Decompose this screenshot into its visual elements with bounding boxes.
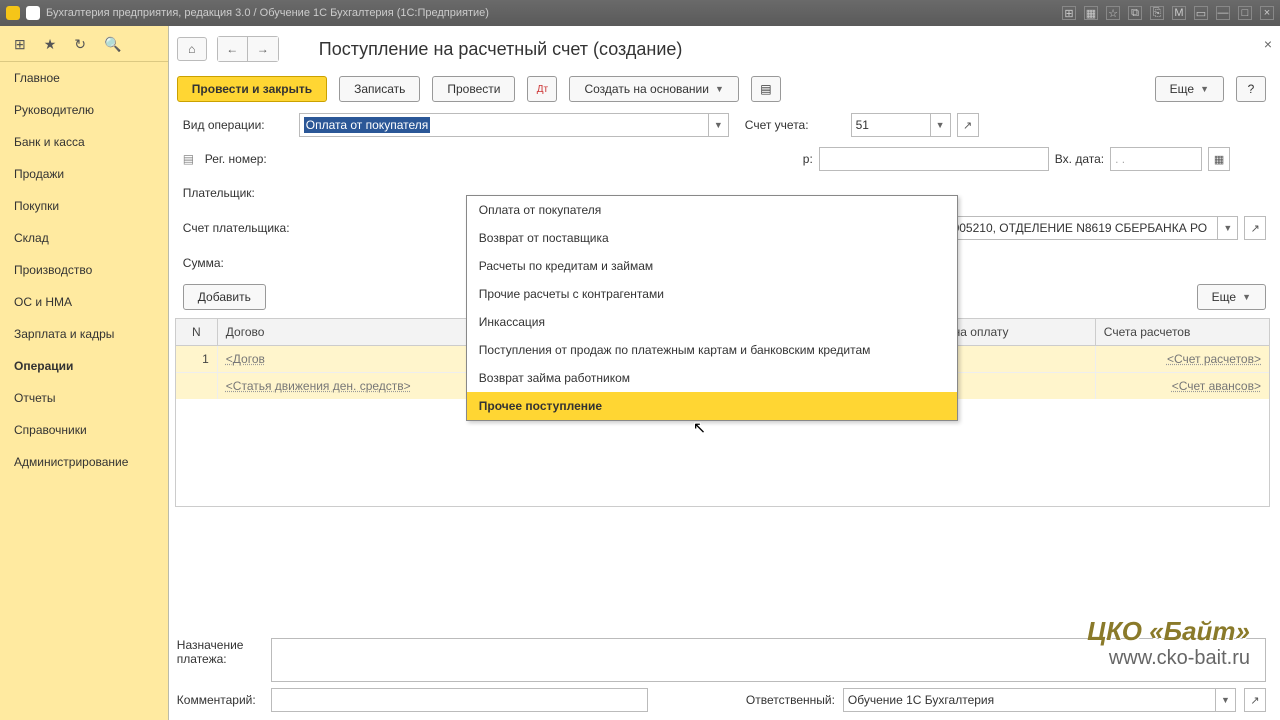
write-button[interactable]: Записать [339,76,420,102]
history-icon[interactable]: ↻ [74,36,86,53]
chevron-down-icon[interactable]: ▼ [1217,217,1237,239]
close-tab-icon[interactable]: × [1264,36,1272,52]
dropdown-item[interactable]: Возврат от поставщика [467,224,957,252]
purpose-label: Назначение платежа: [177,638,263,666]
cell-flow[interactable]: <Статья движения ден. средств> [226,379,411,393]
dropdown-item[interactable]: Прочие расчеты с контрагентами [467,280,957,308]
table-more-button[interactable]: Еще▼ [1197,284,1266,310]
in-date-label: Вх. дата: [1055,152,1104,166]
reg-num-label: Рег. номер: [205,152,291,166]
star-icon[interactable]: ★ [44,36,57,53]
tool-icon-4[interactable]: ⧉ [1128,6,1142,20]
col-accts[interactable]: Счета расчетов [1096,319,1269,345]
titlebar: Бухгалтерия предприятия, редакция 3.0 / … [0,0,1280,26]
apps-icon[interactable]: ⊞ [14,36,26,53]
in-num-label: р: [803,152,813,166]
op-type-value: Оплата от покупателя [304,117,430,133]
dropdown-item-highlighted[interactable]: Прочее поступление [467,392,957,420]
sidebar-item-assets[interactable]: ОС и НМА [0,286,168,318]
our-acct-open-button[interactable]: ↗ [1244,216,1266,240]
sidebar-item-manager[interactable]: Руководителю [0,94,168,126]
mouse-cursor: ↖ [693,418,706,438]
dropdown-item[interactable]: Расчеты по кредитам и займам [467,252,957,280]
more-button[interactable]: Еще▼ [1155,76,1224,102]
cell-n: 1 [176,346,218,372]
tool-icon-5[interactable]: ⎘ [1150,6,1164,20]
sidebar-item-reports[interactable]: Отчеты [0,382,168,414]
payer-acct-label: Счет плательщика: [183,221,311,235]
post-button[interactable]: Провести [432,76,515,102]
main-area: ⌂ ← → Поступление на расчетный счет (соз… [169,26,1280,720]
op-type-select[interactable]: Оплата от покупателя ▼ [299,113,729,137]
resp-open-button[interactable]: ↗ [1244,688,1266,712]
nav-back-button[interactable]: ← [218,37,248,61]
sidebar-item-bank[interactable]: Банк и касса [0,126,168,158]
sidebar-item-refs[interactable]: Справочники [0,414,168,446]
add-row-button[interactable]: Добавить [183,284,266,310]
dropdown-item[interactable]: Поступления от продаж по платежным карта… [467,336,957,364]
help-button[interactable]: ? [1236,76,1266,102]
tool-icon-3[interactable]: ☆ [1106,6,1120,20]
sidebar-item-sales[interactable]: Продажи [0,158,168,190]
resp-label: Ответственный: [746,693,835,707]
tool-icon-7[interactable]: ▭ [1194,6,1208,20]
sidebar-item-admin[interactable]: Администрирование [0,446,168,478]
dropdown-item[interactable]: Оплата от покупателя [467,196,957,224]
purpose-textarea[interactable] [271,638,1266,682]
sidebar-item-stock[interactable]: Склад [0,222,168,254]
sidebar-item-operations[interactable]: Операции [0,350,168,382]
sum-label: Сумма: [183,256,293,270]
payer-label: Плательщик: [183,186,293,200]
window-title: Бухгалтерия предприятия, редакция 3.0 / … [46,7,1056,19]
resp-select[interactable]: Обучение 1С Бухгалтерия ▼ [843,688,1236,712]
account-label: Счет учета: [745,118,809,132]
in-date-input[interactable]: . . [1110,147,1202,171]
mail-icon [26,6,40,20]
nav-forward-button[interactable]: → [248,37,278,61]
dropdown-item[interactable]: Возврат займа работником [467,364,957,392]
post-and-close-button[interactable]: Провести и закрыть [177,76,327,102]
minimize-icon[interactable]: — [1216,6,1230,20]
app-icon [6,6,20,20]
tool-icon-6[interactable]: M [1172,6,1186,20]
sidebar-item-main[interactable]: Главное [0,62,168,94]
close-window-icon[interactable]: × [1260,6,1274,20]
doc-icon: ▤ [183,152,199,166]
cell-accts[interactable]: <Счет расчетов> [1167,352,1261,366]
calendar-button[interactable]: ▦ [1208,147,1230,171]
comment-label: Комментарий: [177,693,263,707]
tool-icon-1[interactable]: ⊞ [1062,6,1076,20]
chevron-down-icon[interactable]: ▼ [708,114,728,136]
clipboard-button[interactable]: ▤ [751,76,781,102]
cell-adv[interactable]: <Счет авансов> [1172,379,1261,393]
sidebar-item-purchases[interactable]: Покупки [0,190,168,222]
col-n[interactable]: N [176,319,218,345]
account-open-button[interactable]: ↗ [957,113,979,137]
comment-input[interactable] [271,688,648,712]
search-icon[interactable]: 🔍 [104,36,121,53]
create-based-button[interactable]: Создать на основании▼ [569,76,738,102]
account-select[interactable]: 51 ▼ [851,113,951,137]
op-type-dropdown: Оплата от покупателя Возврат от поставщи… [466,195,958,421]
home-button[interactable]: ⌂ [177,37,207,61]
op-type-label: Вид операции: [183,118,293,132]
page-title: Поступление на расчетный счет (создание) [319,39,683,60]
dt-kt-button[interactable]: Дт [527,76,557,102]
in-num-input[interactable] [819,147,1049,171]
dropdown-item[interactable]: Инкассация [467,308,957,336]
sidebar-item-production[interactable]: Производство [0,254,168,286]
chevron-down-icon[interactable]: ▼ [930,114,950,136]
sidebar-item-hr[interactable]: Зарплата и кадры [0,318,168,350]
chevron-down-icon[interactable]: ▼ [1215,689,1235,711]
tool-icon-2[interactable]: ▦ [1084,6,1098,20]
maximize-icon[interactable]: □ [1238,6,1252,20]
sidebar: ⊞ ★ ↻ 🔍 Главное Руководителю Банк и касс… [0,26,169,720]
cell-contract[interactable]: <Догов [226,352,265,366]
